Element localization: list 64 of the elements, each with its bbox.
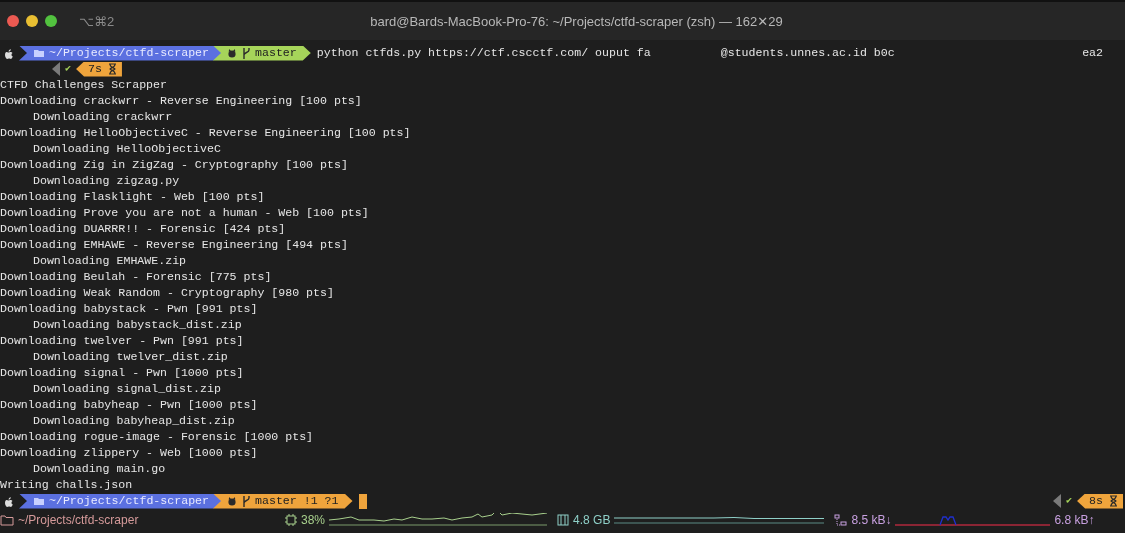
zoom-button[interactable] — [45, 15, 57, 27]
minimize-button[interactable] — [26, 15, 38, 27]
cat-icon — [227, 496, 238, 506]
folder-icon — [33, 495, 45, 507]
output-line: Downloading twelver - Pwn [991 pts] — [0, 333, 245, 349]
command-text: ea2 — [1082, 45, 1103, 61]
output-line: Downloading Flasklight - Web [100 pts] — [0, 189, 266, 205]
output-line: Downloading zlippery - Web [1000 pts] — [0, 445, 259, 461]
memory-icon — [557, 514, 570, 526]
output-line: Downloading signal - Pwn [1000 pts] — [0, 365, 245, 381]
hourglass-icon — [107, 63, 117, 75]
output-line: Downloading Weak Random - Cryptography [980 pts] — [0, 285, 335, 301]
branch-icon — [241, 494, 252, 508]
hourglass-icon — [1109, 495, 1118, 507]
cat-icon — [227, 48, 238, 58]
output-line: Downloading rogue-image - Forensic [1000 pts] — [0, 429, 315, 445]
output-line: Downloading EMHAWE - Reverse Engineering [494 pts] — [0, 237, 349, 253]
output-line: Downloading babystack - Pwn [991 pts] — [0, 301, 259, 317]
branch-icon — [241, 46, 252, 60]
output-line: Downloading signal_dist.zip — [32, 381, 222, 397]
apple-icon — [3, 494, 15, 508]
download-speed-text: 8.5 kB↓ — [851, 513, 892, 527]
duration-text: 7s — [88, 61, 102, 77]
output-line: Downloading Zig in ZigZag - Cryptography [100 pts] — [0, 157, 349, 173]
network-icon — [834, 513, 848, 527]
path-text: ~/Projects/ctfd-scraper — [49, 493, 210, 509]
window-title: bard@Bards-MacBook-Pro-76: ~/Projects/ctfd-scraper (zsh) — 162✕29 — [370, 13, 783, 29]
output-line: Downloading zigzag.py — [32, 173, 181, 189]
cursor — [358, 493, 367, 509]
branch-text: master !1 ?1 — [255, 493, 339, 509]
output-line: Downloading HelloObjectiveC — [32, 141, 222, 157]
command-text: python ctfds.py https://ctf.cscctf.com/ ouput fa — [316, 45, 651, 61]
output-line: Downloading EMHAWE.zip — [32, 253, 188, 269]
separator-icon — [52, 62, 60, 76]
status-check: ✔ — [65, 62, 72, 76]
output-line: Downloading crackwrr - Reverse Engineering [100 pts] — [0, 93, 363, 109]
output-line: Downloading crackwrr — [32, 109, 174, 125]
output-line: Downloading DUARRR!! - Forensic [424 pts] — [0, 221, 287, 237]
output-line: Downloading babyheap_dist.zip — [32, 413, 236, 429]
upload-speed-text: 6.8 kB↑ — [1054, 513, 1095, 527]
output-line: Downloading main.go — [32, 461, 167, 477]
cpu-usage-text: 38% — [301, 513, 326, 527]
memory-text: 4.8 GB — [573, 513, 611, 527]
separator-icon — [1053, 494, 1062, 508]
output-line: Writing challs.json — [0, 477, 134, 493]
output-line: Downloading babyheap - Pwn [1000 pts] — [0, 397, 259, 413]
folder-icon — [33, 47, 45, 59]
output-line: Downloading Prove you are not a human - Web [100 pts] — [0, 205, 370, 221]
output-line: Downloading Beulah - Forensic [775 pts] — [0, 269, 273, 285]
close-button[interactable] — [7, 15, 19, 27]
tab-shortcut: ⌥⌘2 — [79, 13, 115, 29]
cpu-icon — [285, 514, 297, 526]
folder-icon — [0, 514, 14, 526]
command-text: @students.unnes.ac.id b0c — [720, 45, 895, 61]
status-check: ✔ — [1066, 494, 1073, 508]
output-line: CTFD Challenges Scrapper — [0, 77, 168, 93]
directory-text: ~/Projects/ctfd-scraper — [18, 513, 139, 527]
branch-text: master — [255, 45, 297, 61]
output-line: Downloading twelver_dist.zip — [32, 349, 229, 365]
duration-text: 8s — [1089, 493, 1103, 509]
apple-icon — [3, 46, 15, 60]
path-text: ~/Projects/ctfd-scraper — [49, 45, 210, 61]
output-line: Downloading HelloObjectiveC - Reverse Engineering [100 pts] — [0, 125, 412, 141]
output-line: Downloading babystack_dist.zip — [32, 317, 243, 333]
